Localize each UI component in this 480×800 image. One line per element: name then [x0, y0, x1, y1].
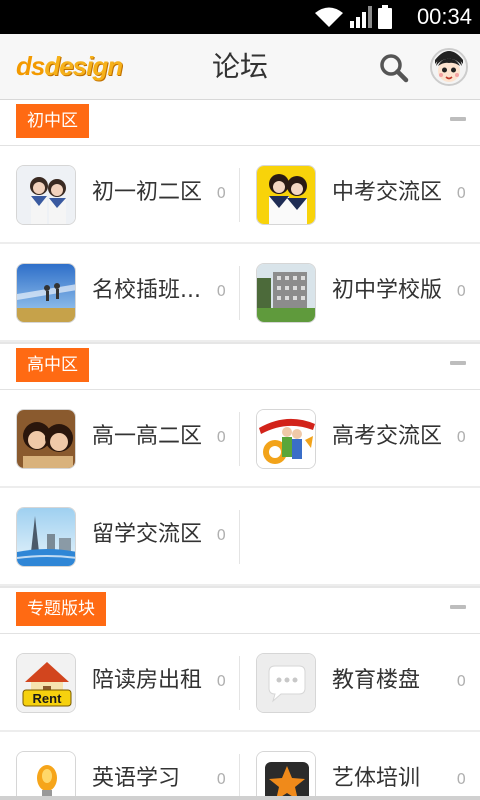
forum-name: 留学交流区	[92, 522, 203, 547]
empty-grid-cell	[240, 488, 480, 586]
forum-item[interactable]: 初一初二区 0	[0, 146, 240, 244]
sky-field-photo-icon	[16, 263, 76, 323]
forum-item[interactable]: 留学交流区 0	[0, 488, 240, 586]
section-tag: 专题版块	[16, 592, 106, 626]
forum-name: 名校插班...	[92, 278, 201, 303]
status-bar: 00:34	[0, 0, 480, 34]
forum-grid-special: Rent 陪读房出租 0 教育楼盘 0 英语学习 0 艺体培训 0	[0, 634, 480, 800]
school-building-photo-icon	[256, 263, 316, 323]
students-yellow-photo-icon	[256, 165, 316, 225]
forum-count: 0	[456, 428, 466, 446]
search-icon[interactable]	[378, 52, 410, 84]
section-header-special[interactable]: 专题版块	[0, 588, 480, 634]
forum-name: 初中学校版	[332, 278, 443, 303]
bottom-edge	[0, 796, 480, 800]
forum-grid-junior: 初一初二区 0 中考交流区 0 名校插班... 0 初中学校版 0	[0, 146, 480, 342]
forum-name: 初一初二区	[92, 180, 203, 205]
students-photo-icon	[16, 165, 76, 225]
landmarks-photo-icon	[16, 507, 76, 567]
forum-count: 0	[216, 672, 226, 690]
forum-name: 陪读房出租	[92, 668, 203, 693]
signal-icon	[350, 6, 372, 28]
forum-item[interactable]: 高考交流区 0	[240, 390, 480, 488]
collapse-icon[interactable]	[450, 117, 466, 121]
forum-count: 0	[216, 526, 226, 544]
section-tag: 初中区	[16, 104, 89, 138]
wifi-icon	[315, 7, 343, 27]
collapse-icon[interactable]	[450, 361, 466, 365]
forum-count: 0	[456, 282, 466, 300]
forum-item[interactable]: 教育楼盘 0	[240, 634, 480, 732]
forum-count: 0	[216, 428, 226, 446]
graduates-collage-icon	[256, 409, 316, 469]
forum-item[interactable]: 艺体培训 0	[240, 732, 480, 800]
section-header-junior[interactable]: 初中区	[0, 100, 480, 146]
forum-count: 0	[456, 672, 466, 690]
cartoon-face-icon	[432, 50, 466, 84]
forum-item[interactable]: 高一高二区 0	[0, 390, 240, 488]
forum-item[interactable]: 英语学习 0	[0, 732, 240, 800]
forum-name: 中考交流区	[332, 180, 443, 205]
collapse-icon[interactable]	[450, 605, 466, 609]
girls-photo-icon	[16, 409, 76, 469]
status-time: 00:34	[416, 4, 472, 29]
forum-grid-senior: 高一高二区 0 高考交流区 0 留学交流区 0	[0, 390, 480, 586]
section-header-senior[interactable]: 高中区	[0, 344, 480, 390]
forum-count: 0	[216, 770, 226, 788]
forum-name: 高考交流区	[332, 424, 443, 449]
forum-count: 0	[456, 770, 466, 788]
app-header: dsdesign 论坛	[0, 34, 480, 100]
battery-icon	[378, 5, 392, 29]
lightbulb-icon	[16, 751, 76, 800]
forum-count: 0	[456, 184, 466, 202]
section-tag: 高中区	[16, 348, 89, 382]
forum-name: 英语学习	[92, 766, 181, 791]
art-star-icon	[256, 751, 316, 800]
forum-list[interactable]: 初中区 初一初二区 0 中考交流区 0 名校插班... 0 初中学校版 0 高中…	[0, 100, 480, 800]
forum-item[interactable]: Rent 陪读房出租 0	[0, 634, 240, 732]
forum-name: 艺体培训	[332, 766, 421, 791]
forum-item[interactable]: 中考交流区 0	[240, 146, 480, 244]
rent-house-icon: Rent	[16, 653, 76, 713]
status-icons	[314, 4, 392, 30]
forum-item[interactable]: 名校插班... 0	[0, 244, 240, 342]
chat-bubble-icon	[256, 653, 316, 713]
forum-name: 高一高二区	[92, 424, 203, 449]
rent-sign-text: Rent	[33, 691, 63, 706]
forum-name: 教育楼盘	[332, 668, 421, 693]
forum-count: 0	[216, 184, 226, 202]
avatar[interactable]	[430, 48, 468, 86]
forum-count: 0	[216, 282, 226, 300]
forum-item[interactable]: 初中学校版 0	[240, 244, 480, 342]
